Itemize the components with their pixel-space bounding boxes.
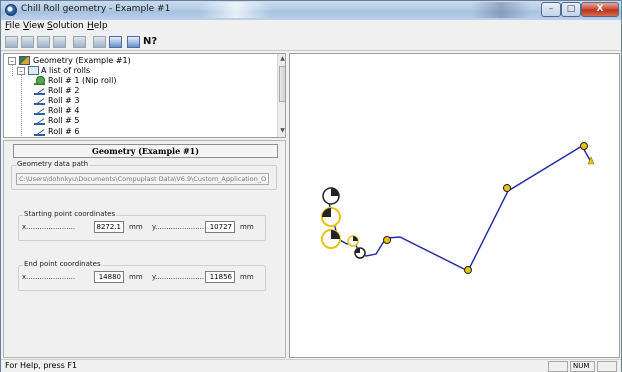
grid-icon[interactable]: [73, 36, 86, 48]
roll-icon: [34, 106, 45, 115]
roll-icon: [34, 86, 45, 95]
context-help-icon[interactable]: N?: [143, 36, 157, 48]
table-icon[interactable]: [109, 36, 122, 48]
start-y-input[interactable]: 10727: [205, 221, 235, 233]
tree-scrollbar[interactable]: ▲ ▼: [277, 54, 285, 137]
chart-icon[interactable]: [93, 36, 106, 48]
geometry-path-field[interactable]: C:\Users\dohnkyu\Documents\Compuplast Da…: [16, 173, 269, 185]
collapse-icon[interactable]: –: [17, 67, 25, 75]
film-path: [326, 145, 592, 272]
roll-icon: [34, 127, 45, 136]
properties-panel: Geometry (Example #1) Geometry data path…: [3, 140, 286, 358]
tree-root-label: Geometry (Example #1): [33, 56, 131, 65]
path-group: Geometry data path C:\Users\dohnkyu\Docu…: [11, 160, 277, 190]
geometry-icon: [19, 56, 30, 65]
menu-view[interactable]: View: [23, 21, 44, 31]
toolbar: N?: [1, 34, 621, 51]
app-icon: [5, 4, 17, 16]
scroll-thumb[interactable]: [279, 66, 285, 102]
print-icon[interactable]: [53, 36, 66, 48]
roll-tree-view[interactable]: – Geometry (Example #1) – A list of roll…: [3, 53, 286, 138]
open-icon[interactable]: [5, 36, 18, 48]
roll-marker[interactable]: [464, 266, 472, 274]
list-icon: [28, 66, 39, 75]
end-y-input[interactable]: 11856: [205, 271, 235, 283]
start-x-input[interactable]: 8272.1: [94, 221, 124, 233]
num-lock-indicator: NUM: [570, 361, 595, 372]
minimize-button[interactable]: –: [541, 2, 561, 17]
roll-marker[interactable]: [503, 184, 511, 192]
end-x-input[interactable]: 14880: [94, 271, 124, 283]
roll-marker[interactable]: [383, 236, 391, 244]
scroll-up-icon[interactable]: ▲: [279, 55, 285, 62]
scroll-down-icon[interactable]: ▼: [279, 127, 285, 134]
menu-file[interactable]: File: [5, 21, 20, 31]
status-cell-empty: [597, 361, 617, 372]
status-bar: For Help, press F1 NUM: [1, 359, 621, 372]
app-window: Chill Roll geometry - Example #1 – □ X F…: [0, 0, 622, 372]
save-icon[interactable]: [21, 36, 34, 48]
geometry-canvas[interactable]: [289, 53, 620, 358]
title-bar[interactable]: Chill Roll geometry - Example #1 – □ X: [1, 1, 621, 20]
nip-roll-icon: [34, 76, 45, 85]
roll-marker[interactable]: [580, 142, 588, 150]
roll-path-drawing: [321, 142, 595, 274]
start-group: Starting point coordinates x............…: [18, 210, 266, 241]
properties-header: Geometry (Example #1): [13, 144, 278, 158]
roll-icon: [34, 116, 45, 125]
menu-solution[interactable]: Solution: [47, 21, 84, 31]
collapse-icon[interactable]: –: [8, 57, 16, 65]
about-icon[interactable]: [127, 36, 140, 48]
status-text: For Help, press F1: [5, 361, 78, 370]
close-button[interactable]: X: [581, 2, 619, 17]
end-group: End point coordinates x.................…: [18, 260, 266, 291]
roll-icon: [34, 96, 45, 105]
maximize-button[interactable]: □: [561, 2, 581, 17]
menu-help[interactable]: Help: [87, 21, 108, 31]
edit-icon[interactable]: [37, 36, 50, 48]
menu-bar: File View Solution Help: [1, 20, 621, 34]
tree-list-label: A list of rolls: [41, 66, 91, 75]
roll-markers: [321, 142, 595, 274]
window-title: Chill Roll geometry - Example #1: [21, 4, 171, 14]
status-cell-empty: [548, 361, 568, 372]
